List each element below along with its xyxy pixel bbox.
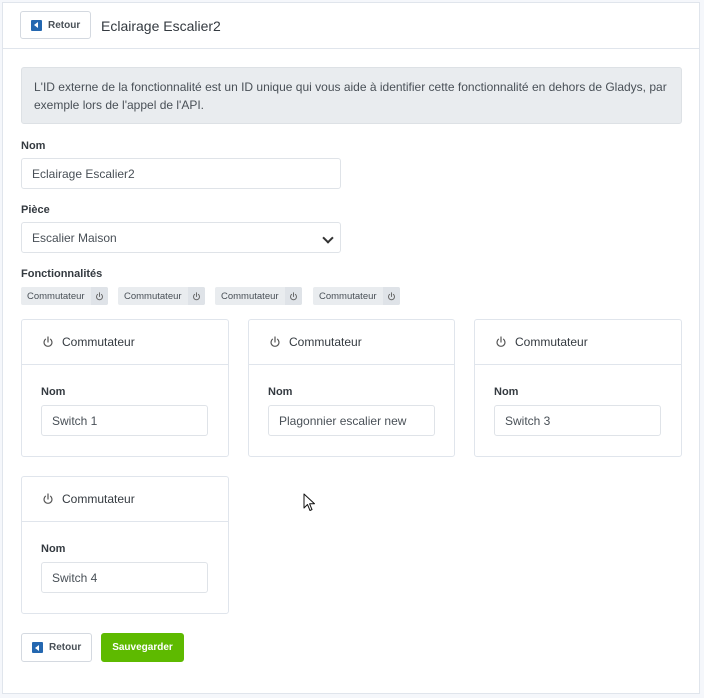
feature-card-header: Commutateur bbox=[475, 320, 681, 365]
feature-card: Commutateur Nom Switch 3 bbox=[474, 319, 682, 457]
feature-card-header: Commutateur bbox=[249, 320, 454, 365]
feature-card-title: Commutateur bbox=[515, 335, 588, 349]
feature-name-input[interactable]: Switch 1 bbox=[41, 405, 208, 436]
feature-name-input[interactable]: Switch 4 bbox=[41, 562, 208, 593]
room-select[interactable]: Escalier Maison bbox=[21, 222, 341, 253]
power-icon bbox=[43, 493, 53, 504]
feature-card-header: Commutateur bbox=[22, 477, 228, 522]
arrow-left-icon bbox=[31, 19, 42, 31]
mouse-cursor-icon bbox=[303, 493, 315, 511]
name-label: Nom bbox=[21, 140, 46, 152]
power-icon bbox=[382, 287, 400, 305]
external-id-info-alert: L'ID externe de la fonctionnalité est un… bbox=[21, 67, 682, 124]
feature-card: Commutateur Nom Switch 4 bbox=[21, 476, 229, 614]
back-button-label: Retour bbox=[48, 19, 81, 31]
back-button-top[interactable]: Retour bbox=[20, 11, 92, 39]
power-icon bbox=[90, 287, 108, 305]
save-button[interactable]: Sauvegarder bbox=[101, 633, 184, 662]
feature-card: Commutateur Nom Switch 1 bbox=[21, 319, 229, 457]
feature-card-title: Commutateur bbox=[62, 492, 135, 506]
arrow-left-icon bbox=[32, 642, 43, 653]
feature-tag-label: Commutateur bbox=[221, 290, 279, 302]
feature-name-label: Nom bbox=[41, 543, 66, 555]
feature-name-label: Nom bbox=[494, 386, 519, 398]
feature-card-title: Commutateur bbox=[289, 335, 362, 349]
features-label: Fonctionnalités bbox=[21, 268, 103, 280]
feature-tag-label: Commutateur bbox=[27, 290, 85, 302]
back-button-bottom[interactable]: Retour bbox=[21, 633, 93, 662]
feature-card: Commutateur Nom Plagonnier escalier new bbox=[248, 319, 455, 457]
device-edit-card: Retour Eclairage Escalier2 L'ID externe … bbox=[2, 2, 700, 694]
back-button-label: Retour bbox=[49, 642, 82, 653]
feature-tag: Commutateur bbox=[118, 287, 205, 305]
feature-name-input[interactable]: Switch 3 bbox=[494, 405, 661, 436]
feature-name-label: Nom bbox=[41, 386, 66, 398]
feature-tag-label: Commutateur bbox=[319, 290, 377, 302]
power-icon bbox=[270, 336, 280, 347]
feature-tag: Commutateur bbox=[21, 287, 108, 305]
feature-card-header: Commutateur bbox=[22, 320, 228, 365]
feature-tag: Commutateur bbox=[313, 287, 400, 305]
feature-card-title: Commutateur bbox=[62, 335, 135, 349]
power-icon bbox=[187, 287, 205, 305]
card-header: Retour Eclairage Escalier2 bbox=[3, 3, 699, 49]
feature-name-input[interactable]: Plagonnier escalier new bbox=[268, 405, 435, 436]
power-icon bbox=[284, 287, 302, 305]
device-name-input[interactable]: Eclairage Escalier2 bbox=[21, 158, 341, 189]
room-select-value: Escalier Maison bbox=[32, 230, 117, 245]
power-icon bbox=[43, 336, 53, 347]
room-label: Pièce bbox=[21, 204, 50, 216]
power-icon bbox=[496, 336, 506, 347]
chevron-down-icon bbox=[322, 232, 334, 244]
feature-name-label: Nom bbox=[268, 386, 293, 398]
feature-tag: Commutateur bbox=[215, 287, 302, 305]
page-title: Eclairage Escalier2 bbox=[101, 18, 221, 34]
feature-tag-label: Commutateur bbox=[124, 290, 182, 302]
